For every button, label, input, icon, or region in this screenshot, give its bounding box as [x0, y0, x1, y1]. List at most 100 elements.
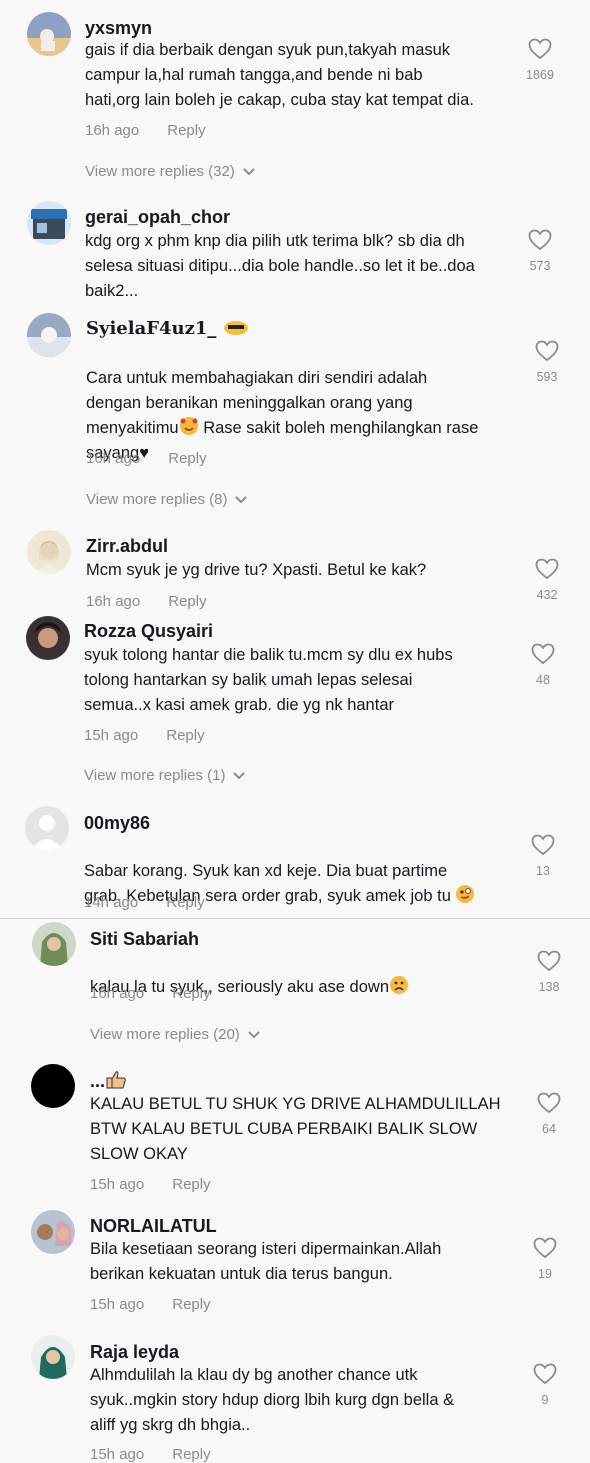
avatar[interactable]: [27, 201, 71, 245]
username[interactable]: Raja leyda: [90, 1341, 179, 1363]
heart-icon[interactable]: [533, 1237, 557, 1259]
like-control[interactable]: 1869: [517, 38, 563, 82]
like-control[interactable]: 48: [520, 643, 566, 687]
like-control[interactable]: 138: [526, 950, 572, 994]
zany-face-icon: [456, 885, 475, 903]
username[interactable]: Siti Sabariah: [90, 928, 199, 950]
divider: [0, 918, 590, 919]
username[interactable]: 00my86: [84, 812, 150, 834]
view-more-replies[interactable]: View more replies (1): [84, 767, 246, 784]
view-more-replies[interactable]: View more replies (32): [85, 163, 255, 180]
chevron-down-icon: [243, 168, 255, 176]
like-control[interactable]: 593: [524, 340, 570, 384]
like-control[interactable]: 64: [526, 1092, 572, 1136]
avatar[interactable]: [25, 806, 69, 850]
comment-text: Bila kesetiaan seorang isteri dipermaink…: [90, 1240, 442, 1283]
comment-meta: 15h ago Reply: [90, 1296, 211, 1313]
comment-meta: 14h ago Reply: [84, 894, 205, 911]
username[interactable]: gerai_opah_chor: [85, 206, 230, 228]
avatar[interactable]: [27, 12, 71, 56]
avatar[interactable]: [32, 922, 76, 966]
chevron-down-icon: [233, 772, 246, 780]
avatar[interactable]: [31, 1210, 75, 1254]
heart-icon[interactable]: [531, 643, 555, 665]
comment-meta: 16h ago Reply: [85, 122, 206, 139]
reply-button[interactable]: Reply: [168, 450, 206, 467]
chevron-down-icon: [248, 1031, 260, 1039]
comment-text: KALAU BETUL TU SHUK YG DRIVE ALHAMDULILL…: [90, 1095, 501, 1163]
view-more-replies[interactable]: View more replies (8): [86, 491, 248, 508]
view-more-replies[interactable]: View more replies (20): [90, 1026, 260, 1043]
like-count: 138: [538, 980, 560, 994]
like-count: 573: [529, 259, 551, 273]
like-control[interactable]: 13: [520, 834, 566, 878]
heart-icon[interactable]: [535, 558, 559, 580]
avatar[interactable]: [31, 1335, 75, 1379]
comment-meta: 16h ago Reply: [90, 985, 211, 1002]
username[interactable]: Rozza Qusyairi: [84, 620, 213, 642]
heart-icon[interactable]: [528, 229, 552, 251]
username[interactable]: SyielaF4uz1_: [86, 318, 249, 340]
like-control[interactable]: 9: [522, 1363, 568, 1407]
like-control[interactable]: 573: [517, 229, 563, 273]
timestamp: 15h ago: [84, 727, 139, 744]
reply-button[interactable]: Reply: [166, 727, 204, 744]
like-control[interactable]: 19: [522, 1237, 568, 1281]
username[interactable]: ...: [90, 1070, 127, 1092]
heart-icon[interactable]: [535, 340, 559, 362]
view-more-replies-label[interactable]: View more replies (32): [85, 163, 235, 180]
thumbs-up-icon: [106, 1071, 126, 1089]
smiling-face-hearts-icon: [179, 417, 198, 435]
username[interactable]: yxsmyn: [85, 17, 152, 39]
comment-meta: 15h ago Reply: [90, 1176, 211, 1193]
reply-button[interactable]: Reply: [168, 593, 206, 610]
timestamp: 15h ago: [90, 1446, 145, 1463]
heart-icon[interactable]: [528, 38, 552, 60]
like-count: 9: [541, 1393, 549, 1407]
comment-meta: 16h ago Reply: [86, 593, 207, 610]
comment-text: syuk tolong hantar die balik tu.mcm sy d…: [84, 646, 453, 714]
comment-text: kdg org x phm knp dia pilih utk terima b…: [85, 232, 475, 300]
comment-text: Mcm syuk je yg drive tu? Xpasti. Betul k…: [86, 561, 427, 579]
comment-text: Cara untuk membahagiakan diri sendiri ad…: [86, 341, 478, 466]
like-count: 1869: [526, 68, 554, 82]
username-text[interactable]: SyielaF4uz1_: [86, 318, 216, 339]
timestamp: 16h ago: [86, 450, 141, 467]
heart-icon[interactable]: [537, 950, 561, 972]
emoji-icon: [223, 321, 248, 335]
like-count: 64: [542, 1122, 556, 1136]
avatar[interactable]: [26, 616, 70, 660]
reply-button[interactable]: Reply: [166, 894, 204, 911]
avatar[interactable]: [31, 1064, 75, 1108]
reply-button[interactable]: Reply: [172, 1296, 210, 1313]
heart-icon[interactable]: [537, 1092, 561, 1114]
comment-text: Alhmdulilah la klau dy bg another chance…: [90, 1366, 455, 1434]
timestamp: 16h ago: [85, 122, 140, 139]
view-more-replies-label[interactable]: View more replies (20): [90, 1026, 240, 1043]
timestamp: 14h ago: [84, 894, 139, 911]
reply-button[interactable]: Reply: [172, 1446, 210, 1463]
reply-button[interactable]: Reply: [167, 122, 205, 139]
timestamp: 15h ago: [90, 1296, 145, 1313]
comment-meta: 15h ago Reply: [90, 1446, 211, 1463]
like-count: 48: [536, 673, 550, 687]
view-more-replies-label[interactable]: View more replies (1): [84, 767, 225, 784]
timestamp: 16h ago: [90, 985, 145, 1002]
reply-button[interactable]: Reply: [172, 1176, 210, 1193]
like-count: 593: [536, 370, 558, 384]
avatar[interactable]: [27, 313, 71, 357]
username-text[interactable]: ...: [90, 1071, 105, 1091]
like-count: 432: [536, 588, 558, 602]
username[interactable]: NORLAILATUL: [90, 1215, 217, 1237]
avatar[interactable]: [27, 530, 71, 574]
comment-meta: 15h ago Reply: [84, 727, 205, 744]
view-more-replies-label[interactable]: View more replies (8): [86, 491, 227, 508]
like-control[interactable]: 432: [524, 558, 570, 602]
heart-icon[interactable]: [531, 834, 555, 856]
reply-button[interactable]: Reply: [172, 985, 210, 1002]
comment-text: gais if dia berbaik dengan syuk pun,taky…: [85, 41, 474, 109]
heart-icon[interactable]: [533, 1363, 557, 1385]
chevron-down-icon: [235, 496, 248, 504]
username[interactable]: Zirr.abdul: [86, 535, 168, 557]
like-count: 13: [536, 864, 550, 878]
